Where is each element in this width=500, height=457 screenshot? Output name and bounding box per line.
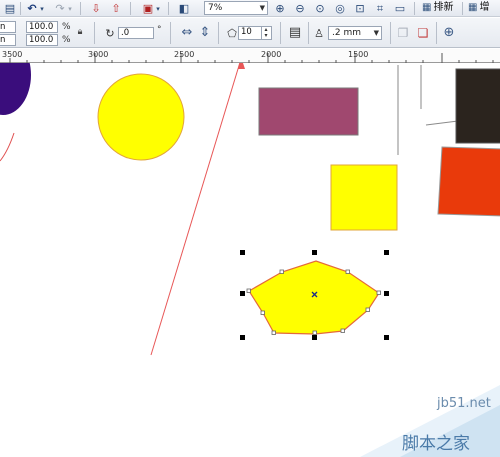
ruler-ticks	[9, 53, 494, 63]
degree-symbol: °	[157, 25, 162, 35]
zoom-width-icon[interactable]: ⌗	[372, 1, 388, 16]
toolbar-separator	[390, 22, 391, 44]
redo-dropdown-icon[interactable]: ▾	[66, 1, 74, 16]
zoom-selected-icon[interactable]: ⊙	[312, 1, 328, 16]
outline-width-select[interactable]: .2 mm ▼	[328, 26, 382, 40]
outline-width-value: .2 mm	[332, 28, 361, 38]
zoom-all-icon[interactable]: ◎	[332, 1, 348, 16]
clipboard-icon[interactable]: ▤	[2, 1, 18, 16]
selected-pentagon[interactable]	[248, 260, 380, 335]
yellow-square[interactable]	[330, 164, 398, 231]
mirror-horizontal-icon[interactable]: ⇔	[180, 25, 194, 40]
watermark-site: jb51.net	[437, 396, 491, 411]
mauve-rectangle[interactable]	[258, 87, 359, 136]
zoom-level-select[interactable]: 7% ▼	[204, 1, 268, 15]
selection-handle-bottom-right[interactable]	[384, 335, 389, 340]
zoom-height-icon[interactable]: ▭	[392, 1, 408, 16]
spinner-icon[interactable]: ▴ ▾	[261, 27, 270, 39]
scale-x-field[interactable]: 100.0	[26, 21, 58, 33]
arrange-label: 排新	[433, 2, 454, 13]
publish-dropdown-icon[interactable]: ▾	[154, 1, 162, 16]
arrange-button[interactable]: ▦ 排新	[422, 0, 453, 16]
to-front-icon[interactable]: ❐	[396, 26, 410, 40]
zoom-level-value: 7%	[208, 3, 223, 13]
chevron-down-icon: ▼	[259, 4, 265, 12]
undo-dropdown-icon[interactable]: ▾	[38, 1, 46, 16]
toolbar-separator	[280, 22, 281, 44]
object-height-field[interactable]: n	[0, 34, 16, 46]
selection-handle-top-left[interactable]	[240, 250, 245, 255]
import-icon[interactable]: ⇩	[88, 1, 104, 16]
app-launcher-icon[interactable]: ◧	[176, 1, 192, 16]
chevron-down-icon: ▼	[373, 29, 379, 37]
convert-to-curves-icon[interactable]: ⊕	[442, 25, 456, 40]
scale-x-percent: %	[62, 22, 71, 32]
lock-ratio-icon[interactable]: 🔒︎	[75, 26, 85, 38]
selection-handle-bottom-left[interactable]	[240, 335, 245, 340]
arrange-icon: ▦	[422, 2, 432, 13]
export-icon[interactable]: ⇧	[108, 1, 124, 16]
second-menu-label: 增	[479, 2, 490, 13]
toolbar-separator	[436, 22, 437, 44]
scale-y-percent: %	[62, 35, 71, 45]
horizontal-ruler[interactable]: 3500 3000 2500 2000 1500	[0, 49, 500, 63]
mirror-vertical-icon[interactable]: ⇕	[198, 25, 212, 40]
property-bar: n n 100.0 100.0 % % 🔒︎ ↻ .0 ° ⇔ ⇕ ⬠ 10 ▴…	[0, 18, 500, 48]
polygon-icon: ⬠	[227, 26, 237, 40]
ruler-label: 2000	[261, 50, 282, 59]
zoom-out-icon[interactable]: ⊖	[292, 1, 308, 16]
toolbar-separator	[168, 2, 169, 15]
wrap-text-icon[interactable]: ▤	[288, 25, 302, 40]
scale-y-value: 100.0	[29, 35, 54, 45]
toolbar-separator	[462, 2, 463, 15]
zoom-in-icon[interactable]: ⊕	[272, 1, 288, 16]
second-menu-button[interactable]: ▦ 增	[468, 0, 489, 16]
object-height-value: n	[0, 35, 6, 45]
red-arc[interactable]	[0, 132, 15, 162]
selection-handle-top[interactable]	[312, 250, 317, 255]
watermark-name: 脚本之家	[402, 434, 470, 454]
layout-icon: ▦	[468, 2, 478, 13]
selection-handle-left[interactable]	[240, 291, 245, 296]
toolbar-separator	[130, 2, 131, 15]
toolbar-separator	[80, 2, 81, 15]
object-width-field[interactable]: n	[0, 21, 16, 33]
object-width-value: n	[0, 22, 6, 32]
dark-rectangle[interactable]	[455, 68, 500, 144]
ruler-label: 1500	[348, 50, 369, 59]
angled-line[interactable]	[425, 120, 459, 126]
toolbar-separator	[414, 2, 415, 15]
drawing-canvas[interactable]: jb51.net 脚本之家	[0, 63, 500, 457]
zoom-page-icon[interactable]: ⊡	[352, 1, 368, 16]
scale-x-value: 100.0	[29, 22, 54, 32]
toolbar-separator	[170, 22, 171, 44]
selection-handle-right[interactable]	[384, 291, 389, 296]
yellow-circle[interactable]	[97, 73, 185, 161]
rotation-icon: ↻	[105, 26, 115, 40]
toolbar-separator	[308, 22, 309, 44]
rotation-value: .0	[121, 28, 130, 38]
ruler-label: 2500	[174, 50, 195, 59]
scale-y-field[interactable]: 100.0	[26, 34, 58, 46]
to-back-icon[interactable]: ❏	[416, 26, 430, 40]
standard-toolbar: ▤ ↶ ▾ ↷ ▾ ⇩ ⇧ ▣ ▾ ◧ 7% ▼ ⊕ ⊖ ⊙ ◎ ⊡ ⌗ ▭ ▦…	[0, 0, 500, 17]
ruler-label: 3000	[88, 50, 109, 59]
selection-handle-bottom[interactable]	[312, 335, 317, 340]
toolbar-separator	[94, 22, 95, 44]
orange-red-rectangle[interactable]	[437, 146, 500, 217]
outline-pen-icon: ♙	[314, 26, 324, 40]
purple-circle[interactable]	[0, 63, 31, 115]
polygon-sides-value: 10	[241, 27, 252, 37]
selection-handle-top-right[interactable]	[384, 250, 389, 255]
rotation-field[interactable]: .0	[118, 27, 154, 39]
toolbar-separator	[20, 2, 21, 15]
toolbar-separator	[218, 22, 219, 44]
polygon-sides-field[interactable]: 10 ▴ ▾	[238, 26, 272, 40]
ruler-label: 3500	[2, 50, 23, 59]
